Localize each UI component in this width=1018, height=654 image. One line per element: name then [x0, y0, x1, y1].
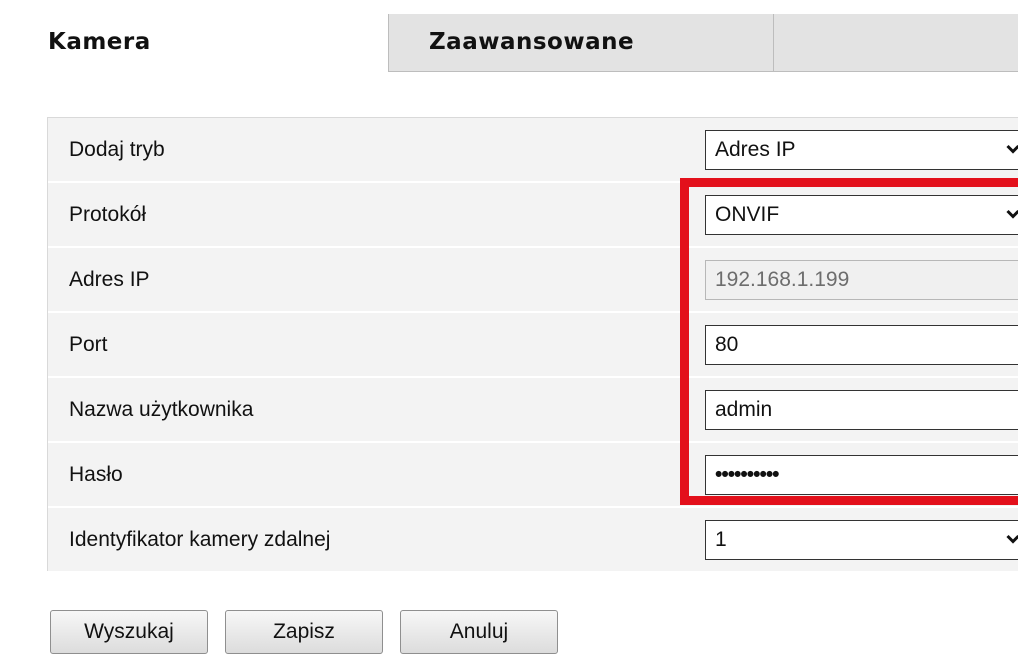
save-button[interactable]: Zapisz: [225, 610, 383, 654]
cancel-button[interactable]: Anuluj: [400, 610, 558, 654]
form-row-add-mode: Dodaj tryb Adres IP: [48, 118, 1018, 181]
remote-camera-id-label: Identyfikator kamery zdalnej: [69, 528, 331, 551]
chevron-down-icon: [1006, 521, 1018, 559]
camera-form: Dodaj tryb Adres IP Protokół ONVIF Adres…: [47, 117, 1018, 571]
form-row-port: Port 80: [48, 313, 1018, 376]
protocol-value: ONVIF: [715, 203, 780, 226]
protocol-label: Protokół: [69, 203, 147, 226]
port-label: Port: [69, 333, 108, 356]
chevron-down-icon: [1006, 196, 1018, 234]
form-row-ip-address: Adres IP 192.168.1.199: [48, 248, 1018, 311]
form-row-protocol: Protokół ONVIF: [48, 183, 1018, 246]
add-mode-label: Dodaj tryb: [69, 138, 165, 161]
password-field[interactable]: ••••••••••: [705, 455, 1018, 495]
remote-camera-id-select[interactable]: 1: [705, 520, 1018, 560]
username-field[interactable]: admin: [705, 390, 1018, 430]
chevron-down-icon: [1006, 131, 1018, 169]
ip-address-field: 192.168.1.199: [705, 260, 1018, 300]
tab-zaawansowane[interactable]: Zaawansowane: [388, 14, 774, 72]
remote-camera-id-value: 1: [715, 528, 727, 551]
search-button[interactable]: Wyszukaj: [50, 610, 208, 654]
form-row-username: Nazwa użytkownika admin: [48, 378, 1018, 441]
password-label: Hasło: [69, 463, 123, 486]
add-mode-value: Adres IP: [715, 138, 796, 161]
tab-kamera[interactable]: Kamera: [20, 14, 388, 72]
protocol-select[interactable]: ONVIF: [705, 195, 1018, 235]
port-field[interactable]: 80: [705, 325, 1018, 365]
form-row-password: Hasło ••••••••••: [48, 443, 1018, 506]
tab-bar: Kamera Zaawansowane: [20, 14, 1018, 72]
add-mode-select[interactable]: Adres IP: [705, 130, 1018, 170]
tab-bar-filler: [774, 14, 1018, 72]
form-row-remote-camera-id: Identyfikator kamery zdalnej 1: [48, 508, 1018, 571]
username-label: Nazwa użytkownika: [69, 398, 254, 421]
ip-address-label: Adres IP: [69, 268, 150, 291]
